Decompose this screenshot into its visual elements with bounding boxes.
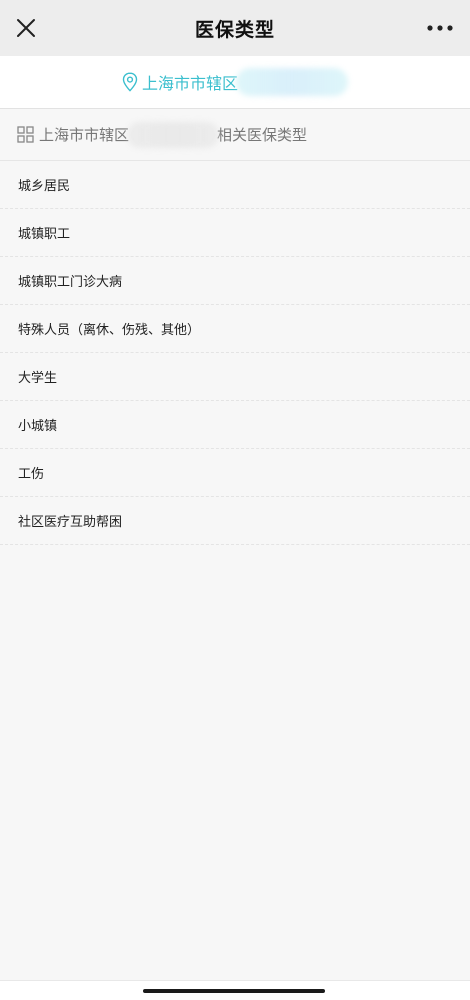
list-item-label: 城乡居民 (18, 179, 71, 194)
location-selector: 上海市市辖区 (122, 68, 348, 96)
grid-icon (17, 126, 34, 143)
list-item-label: 特殊人员（离休、伤残、其他） (18, 323, 201, 338)
close-button[interactable] (8, 10, 44, 46)
more-icon (427, 25, 453, 31)
list-item-label: 社区医疗互助帮困 (18, 515, 123, 530)
insurance-type-list: 城乡居民 城镇职工 城镇职工门诊大病 特殊人员（离休、伤残、其他） 大学生 小城… (0, 161, 470, 545)
list-item-label: 小城镇 (18, 419, 58, 434)
list-item[interactable]: 城镇职工 (0, 209, 470, 257)
more-button[interactable] (420, 10, 460, 46)
section-header: 上海市市辖区 相关医保类型 (0, 109, 470, 161)
home-indicator[interactable] (143, 989, 325, 993)
list-item[interactable]: 特殊人员（离休、伤残、其他） (0, 305, 470, 353)
redacted-section-detail (127, 121, 220, 148)
top-navbar: 医保类型 (0, 0, 470, 56)
location-text: 上海市市辖区 (141, 74, 238, 93)
section-title-prefix: 上海市市辖区 (39, 126, 130, 144)
list-item[interactable]: 工伤 (0, 449, 470, 497)
list-item[interactable]: 社区医疗互助帮困 (0, 497, 470, 545)
list-item[interactable]: 大学生 (0, 353, 470, 401)
list-item-label: 大学生 (18, 371, 58, 386)
list-item-label: 城镇职工门诊大病 (18, 275, 123, 290)
list-item[interactable]: 城乡居民 (0, 161, 470, 209)
list-item[interactable]: 城镇职工门诊大病 (0, 257, 470, 305)
section-title-suffix: 相关医保类型 (217, 126, 308, 144)
list-item[interactable]: 小城镇 (0, 401, 470, 449)
bottom-bar (0, 980, 470, 1000)
location-pin-icon (122, 72, 138, 92)
page: 医保类型 上海市市辖区 上海市市辖区 相关医保类型 城乡居民 城镇职工 城镇职工… (0, 0, 470, 1000)
list-item-label: 城镇职工 (18, 227, 71, 242)
close-icon (17, 19, 35, 37)
redacted-location-detail (236, 68, 348, 96)
page-title: 医保类型 (194, 18, 275, 41)
location-bar[interactable]: 上海市市辖区 (0, 56, 470, 109)
list-item-label: 工伤 (18, 467, 45, 482)
